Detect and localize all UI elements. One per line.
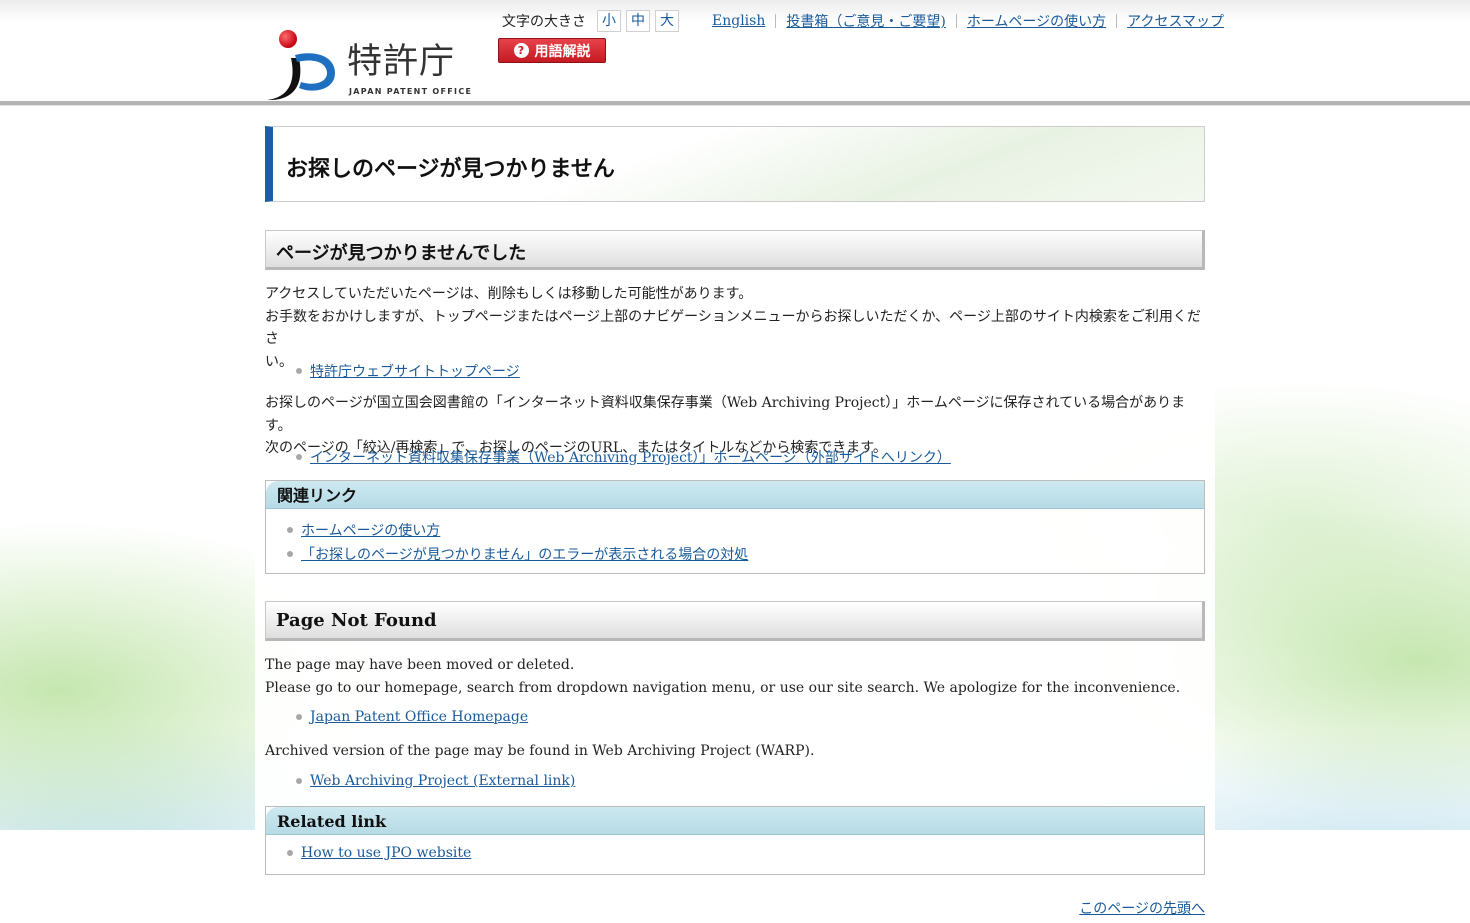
en-paragraph-2: Archived version of the page may be foun… bbox=[265, 740, 1205, 763]
en-section-heading-bar: Page Not Found bbox=[265, 601, 1205, 641]
list-item: 「お探しのページが見つかりません」のエラーが表示される場合の対処 bbox=[287, 544, 748, 564]
jp-section-heading-bar: ページが見つかりませんでした bbox=[265, 230, 1205, 270]
list-item: Web Archiving Project (External link) bbox=[296, 773, 575, 789]
bullet-icon bbox=[287, 527, 293, 533]
bullet-icon bbox=[287, 551, 293, 557]
jp-paragraph-1: アクセスしていただいたページは、削除もしくは移動した可能性があります。 お手数を… bbox=[265, 283, 1205, 373]
font-size-selector: 文字の大きさ 小 中 大 bbox=[502, 10, 684, 32]
glossary-button-label: 用語解説 bbox=[535, 41, 591, 61]
en-paragraph-1: The page may have been moved or deleted.… bbox=[265, 654, 1205, 699]
access-map-link[interactable]: アクセスマップ bbox=[1127, 11, 1224, 31]
text-line: Please go to our homepage, search from d… bbox=[265, 677, 1205, 700]
text-line: The page may have been moved or deleted. bbox=[265, 654, 1205, 677]
jpo-homepage-link[interactable]: Japan Patent Office Homepage bbox=[310, 709, 528, 725]
header-divider bbox=[0, 105, 1470, 106]
text-line: アクセスしていただいたページは、削除もしくは移動した可能性があります。 bbox=[265, 283, 1205, 306]
bullet-icon bbox=[296, 778, 302, 784]
page-top-link-wrapper: このページの先頭へ bbox=[1079, 898, 1205, 918]
en-related-links-box: Related link How to use JPO website bbox=[265, 806, 1205, 875]
related-how-to-use-jpo-link[interactable]: How to use JPO website bbox=[301, 845, 471, 861]
jp-related-links-heading: 関連リンク bbox=[266, 481, 1204, 509]
glossary-button[interactable]: ? 用語解説 bbox=[498, 38, 606, 63]
jp-related-links-box: 関連リンク ホームページの使い方 「お探しのページが見つかりません」のエラーが表… bbox=[265, 480, 1205, 574]
jpo-logo[interactable]: 特許庁 JAPAN PATENT OFFICE bbox=[265, 28, 465, 102]
related-how-to-use-link[interactable]: ホームページの使い方 bbox=[301, 520, 440, 540]
list-item: Japan Patent Office Homepage bbox=[296, 709, 528, 725]
bullet-icon bbox=[287, 850, 293, 856]
page-title-box: お探しのページが見つかりません bbox=[265, 126, 1205, 202]
jpo-top-page-link[interactable]: 特許庁ウェブサイトトップページ bbox=[310, 361, 520, 381]
divider bbox=[1116, 14, 1117, 28]
text-line: お手数をおかけしますが、トップページまたはページ上部のナビゲーションメニューから… bbox=[265, 306, 1205, 351]
en-related-links-heading: Related link bbox=[266, 807, 1204, 835]
warp-link-en[interactable]: Web Archiving Project (External link) bbox=[310, 773, 575, 789]
logo-name-en: JAPAN PATENT OFFICE bbox=[349, 87, 472, 96]
jpo-logo-mark-icon bbox=[265, 28, 345, 102]
jp-section-heading: ページが見つかりませんでした bbox=[276, 239, 526, 265]
bullet-icon bbox=[296, 714, 302, 720]
english-link[interactable]: English bbox=[712, 13, 765, 29]
bullet-icon bbox=[296, 454, 302, 460]
divider bbox=[956, 14, 957, 28]
logo-name-jp: 特許庁 bbox=[347, 42, 455, 82]
related-error-help-link[interactable]: 「お探しのページが見つかりません」のエラーが表示される場合の対処 bbox=[301, 544, 748, 564]
page-top-link[interactable]: このページの先頭へ bbox=[1079, 901, 1205, 917]
list-item: ホームページの使い方 bbox=[287, 520, 440, 540]
page-title: お探しのページが見つかりません bbox=[286, 151, 615, 183]
font-size-large-button[interactable]: 大 bbox=[655, 10, 679, 32]
feedback-link[interactable]: 投書箱（ご意見・ご要望) bbox=[786, 11, 945, 31]
question-icon: ? bbox=[514, 43, 529, 58]
list-item: How to use JPO website bbox=[287, 845, 471, 861]
how-to-use-link[interactable]: ホームページの使い方 bbox=[967, 11, 1106, 31]
warp-link-jp[interactable]: インターネット資料収集保存事業（Web Archiving Project）」ホ… bbox=[310, 447, 951, 467]
font-size-medium-button[interactable]: 中 bbox=[626, 10, 650, 32]
site-header: 特許庁 JAPAN PATENT OFFICE 文字の大きさ 小 中 大 ? 用… bbox=[0, 0, 1470, 105]
list-item: インターネット資料収集保存事業（Web Archiving Project）」ホ… bbox=[296, 447, 951, 467]
divider bbox=[775, 14, 776, 28]
text-line: お探しのページが国立国会図書館の「インターネット資料収集保存事業（Web Arc… bbox=[265, 392, 1205, 437]
bullet-icon bbox=[296, 368, 302, 374]
header-links: English 投書箱（ご意見・ご要望) ホームページの使い方 アクセスマップ bbox=[712, 11, 1224, 31]
en-section-heading: Page Not Found bbox=[276, 610, 437, 631]
font-size-label: 文字の大きさ bbox=[502, 11, 586, 31]
font-size-small-button[interactable]: 小 bbox=[597, 10, 621, 32]
list-item: 特許庁ウェブサイトトップページ bbox=[296, 361, 520, 381]
